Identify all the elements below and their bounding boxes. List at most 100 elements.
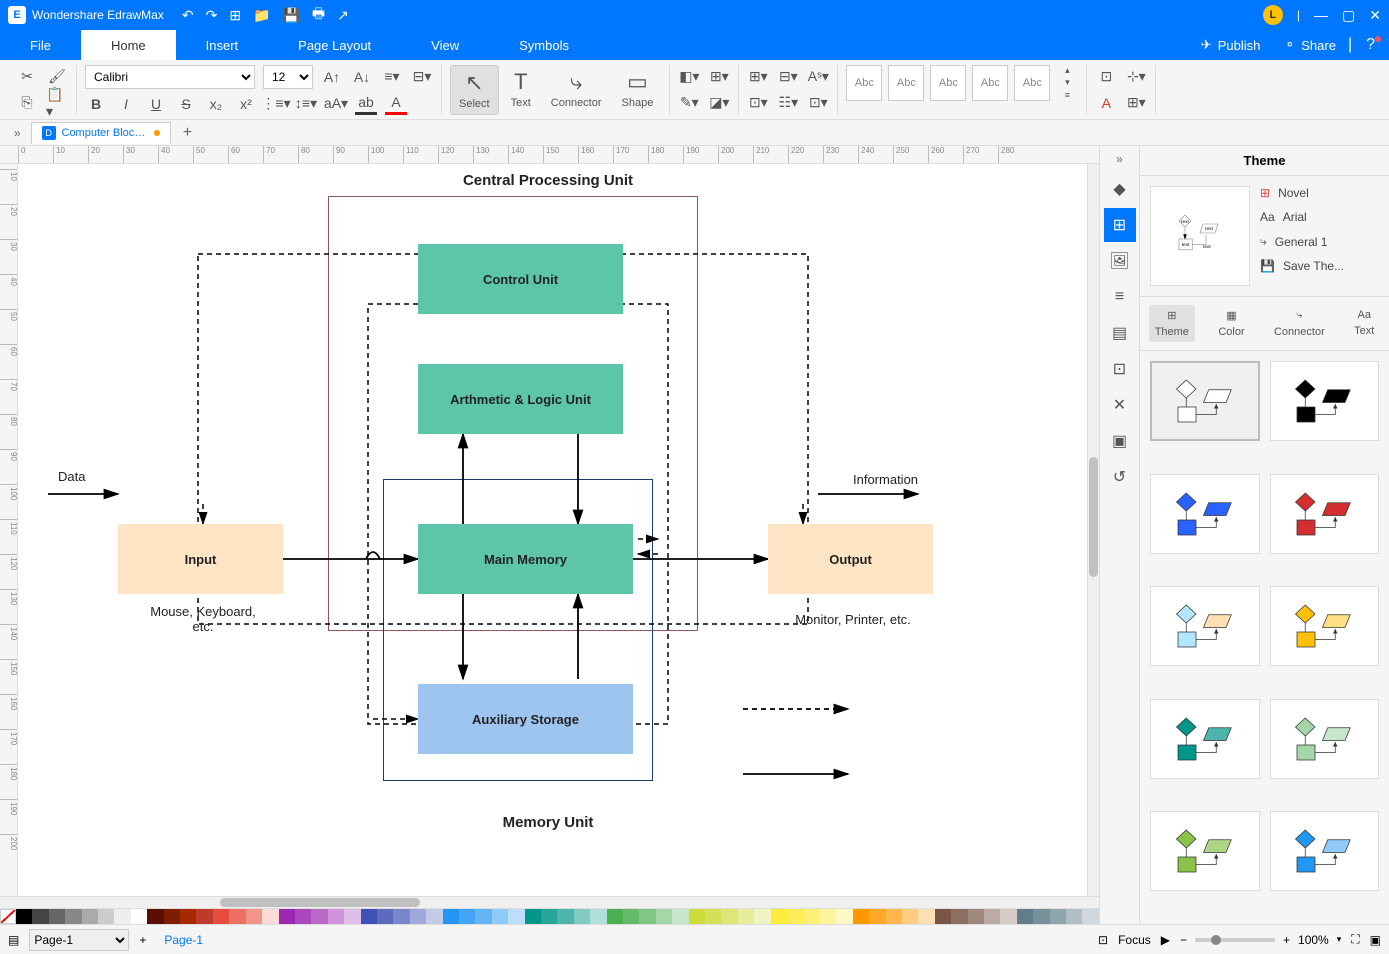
color-swatch[interactable]: [557, 909, 573, 924]
italic-icon[interactable]: I: [115, 93, 137, 115]
theme-font-option[interactable]: AaArial: [1260, 210, 1379, 224]
output-shape[interactable]: Output: [768, 524, 933, 594]
fill-panel-icon[interactable]: ◆: [1104, 172, 1136, 206]
color-swatch[interactable]: [426, 909, 442, 924]
paste-icon[interactable]: 📋▾: [46, 92, 68, 114]
color-swatch[interactable]: [590, 909, 606, 924]
color-swatch[interactable]: [525, 909, 541, 924]
color-swatch[interactable]: [98, 909, 114, 924]
publish-button[interactable]: ✈Publish: [1189, 30, 1273, 60]
style-up-icon[interactable]: ▴: [1056, 65, 1078, 76]
superscript-icon[interactable]: x²: [235, 93, 257, 115]
color-swatch[interactable]: [180, 909, 196, 924]
align-text-icon[interactable]: ≡▾: [381, 66, 403, 88]
style-preset-4[interactable]: Abc: [972, 65, 1008, 101]
select-tool[interactable]: ↖Select: [450, 65, 499, 115]
color-swatch[interactable]: [1082, 909, 1098, 924]
color-swatch[interactable]: [968, 909, 984, 924]
minimize-icon[interactable]: —: [1314, 7, 1328, 23]
color-swatch[interactable]: [639, 909, 655, 924]
color-swatch[interactable]: [984, 909, 1000, 924]
zoom-in-button[interactable]: +: [1283, 933, 1290, 947]
text-tab[interactable]: AaText: [1348, 305, 1380, 342]
add-tab-button[interactable]: +: [175, 124, 200, 142]
page-list-icon[interactable]: ▤: [8, 933, 19, 947]
font-size-select[interactable]: 12: [263, 65, 313, 89]
theme-connector-option[interactable]: ⤷General 1: [1260, 234, 1379, 249]
color-swatch[interactable]: [836, 909, 852, 924]
style-more-icon[interactable]: ≡: [1056, 90, 1078, 101]
color-swatch[interactable]: [623, 909, 639, 924]
color-swatch[interactable]: [656, 909, 672, 924]
color-swatch[interactable]: [295, 909, 311, 924]
theme-thumbnail[interactable]: [1150, 699, 1260, 779]
menu-file[interactable]: File: [0, 30, 81, 60]
style-preset-5[interactable]: Abc: [1014, 65, 1050, 101]
maximize-icon[interactable]: ▢: [1342, 7, 1355, 24]
color-swatch[interactable]: [820, 909, 836, 924]
collapse-panel-icon[interactable]: »: [1116, 152, 1123, 166]
color-swatch[interactable]: [738, 909, 754, 924]
connector-tab[interactable]: ⤷Connector: [1268, 305, 1331, 342]
color-swatch[interactable]: [787, 909, 803, 924]
horizontal-scrollbar[interactable]: [0, 896, 1099, 908]
menu-pagelayout[interactable]: Page Layout: [268, 30, 401, 60]
color-swatch[interactable]: [508, 909, 524, 924]
help-button[interactable]: ?: [1352, 30, 1389, 60]
zoom-slider[interactable]: [1195, 938, 1275, 942]
undo-icon[interactable]: ↶: [182, 7, 194, 24]
color-swatch[interactable]: [541, 909, 557, 924]
bullets-icon[interactable]: ⋮≡▾: [265, 93, 287, 115]
alu-shape[interactable]: Arthmetic & Logic Unit: [418, 364, 623, 434]
menu-insert[interactable]: Insert: [176, 30, 269, 60]
export-icon[interactable]: ↗: [337, 7, 349, 24]
fit-page-icon[interactable]: ⛶: [1351, 932, 1359, 947]
color-swatch[interactable]: [1000, 909, 1016, 924]
color-swatch[interactable]: [361, 909, 377, 924]
style-preset-1[interactable]: Abc: [846, 65, 882, 101]
underline-icon[interactable]: U: [145, 93, 167, 115]
play-icon[interactable]: ▶: [1161, 933, 1170, 947]
theme-tab[interactable]: ⊞Theme: [1149, 305, 1195, 342]
style-preset-2[interactable]: Abc: [888, 65, 924, 101]
color-swatch[interactable]: [1050, 909, 1066, 924]
canvas[interactable]: Central Processing Unit Memory Unit: [18, 164, 1087, 896]
color-swatch[interactable]: [377, 909, 393, 924]
page-tab[interactable]: Page-1: [156, 933, 211, 947]
bold-icon[interactable]: B: [85, 93, 107, 115]
zoom-out-button[interactable]: −: [1180, 933, 1187, 947]
crop-icon[interactable]: ⊹▾: [1125, 66, 1147, 88]
arrange-icon[interactable]: ⊡▾: [747, 92, 769, 114]
style-down-icon[interactable]: ▾: [1056, 77, 1078, 88]
line-spacing-icon[interactable]: ↕≡▾: [295, 93, 317, 115]
vertical-scrollbar[interactable]: [1087, 164, 1099, 896]
color-swatch[interactable]: [328, 909, 344, 924]
color-swatch[interactable]: [16, 909, 32, 924]
expand-tabs-icon[interactable]: »: [8, 126, 27, 140]
color-swatch[interactable]: [393, 909, 409, 924]
color-swatch[interactable]: [853, 909, 869, 924]
group-icon[interactable]: ⊞▾: [747, 66, 769, 88]
history-panel-icon[interactable]: ↺: [1104, 460, 1136, 494]
color-swatch[interactable]: [32, 909, 48, 924]
theme-thumbnail[interactable]: [1270, 586, 1380, 666]
save-icon[interactable]: 💾: [282, 7, 299, 24]
connector-tool[interactable]: ⤷Connector: [543, 65, 610, 115]
font-color-icon[interactable]: A: [385, 93, 407, 115]
user-avatar[interactable]: L: [1263, 5, 1283, 25]
color-swatch[interactable]: [279, 909, 295, 924]
color-swatch[interactable]: [82, 909, 98, 924]
fill-icon[interactable]: ◧▾: [678, 66, 700, 88]
color-swatch[interactable]: [918, 909, 934, 924]
color-swatch[interactable]: [492, 909, 508, 924]
color-swatch[interactable]: [262, 909, 278, 924]
color-swatch[interactable]: [311, 909, 327, 924]
theme-thumbnail[interactable]: [1150, 474, 1260, 554]
color-swatch[interactable]: [443, 909, 459, 924]
theme-thumbnail[interactable]: [1270, 474, 1380, 554]
shape-tool[interactable]: ▭Shape: [614, 65, 662, 115]
menu-home[interactable]: Home: [81, 30, 176, 60]
vertical-align-icon[interactable]: ⊟▾: [411, 66, 433, 88]
color-swatch[interactable]: [114, 909, 130, 924]
color-swatch[interactable]: [1066, 909, 1082, 924]
